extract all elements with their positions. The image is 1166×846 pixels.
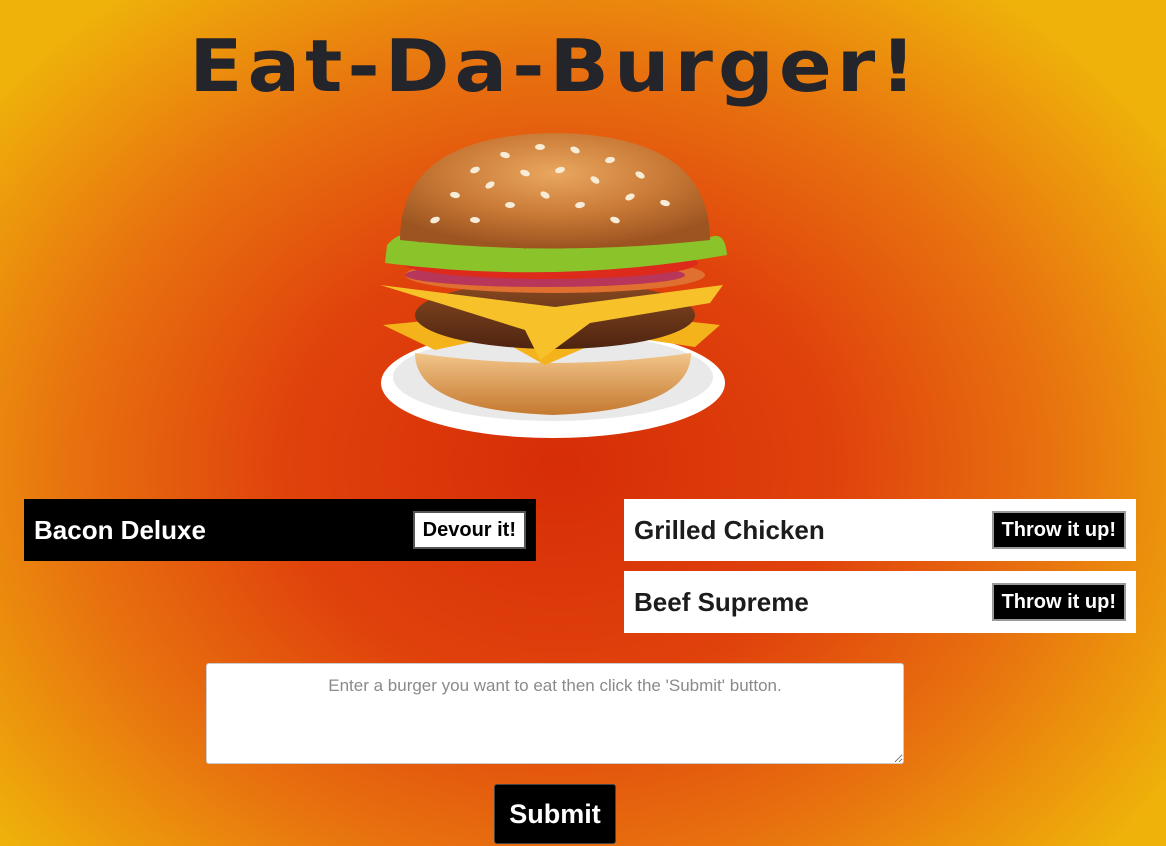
- throw-up-button[interactable]: Throw it up!: [991, 583, 1126, 621]
- burger-name: Grilled Chicken: [634, 514, 825, 545]
- devoured-burger-item: Grilled Chicken Throw it up!: [624, 499, 1136, 561]
- throw-up-button[interactable]: Throw it up!: [991, 511, 1126, 549]
- uneaten-burger-item: Bacon Deluxe Devour it!: [24, 499, 536, 561]
- devour-button[interactable]: Devour it!: [412, 511, 526, 549]
- burger-image: [380, 133, 727, 438]
- page-title: Eat-Da-Burger!: [189, 25, 921, 109]
- devoured-burger-item: Beef Supreme Throw it up!: [624, 571, 1136, 633]
- burger-name: Bacon Deluxe: [34, 514, 206, 545]
- submit-button[interactable]: Submit: [494, 784, 616, 844]
- burger-input[interactable]: [206, 663, 904, 764]
- burger-name: Beef Supreme: [634, 586, 809, 617]
